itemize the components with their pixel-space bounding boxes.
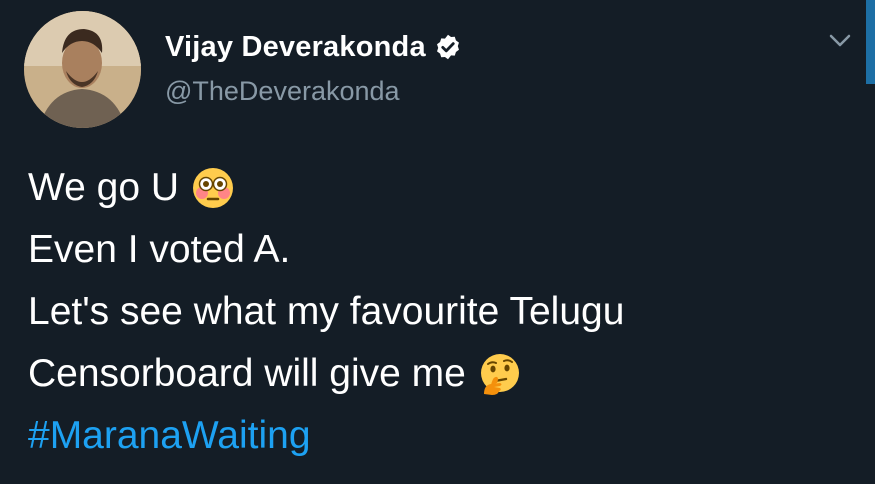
thinking-face-emoji-icon — [478, 352, 522, 396]
tweet-line-text: Even I voted A. — [28, 228, 291, 271]
display-name[interactable]: Vijay Deverakonda — [165, 31, 426, 64]
tweet-card: Vijay Deverakonda @TheDeverakonda We go … — [0, 0, 875, 484]
tweet-line: We go U — [28, 157, 624, 219]
tweet-line-text: Censorboard will give me — [28, 352, 466, 395]
flushed-face-emoji-icon — [191, 166, 235, 210]
tweet-line-text: We go U — [28, 166, 180, 209]
tweet-line: Let's see what my favourite Telugu — [28, 281, 624, 343]
scrollbar[interactable] — [866, 0, 875, 84]
avatar-image — [24, 11, 141, 128]
hashtag-link[interactable]: #MaranaWaiting — [28, 405, 311, 467]
tweet-text: We go U Even I voted A. Let's see what m… — [28, 157, 624, 467]
verified-badge-icon — [434, 33, 462, 61]
tweet-line: #MaranaWaiting — [28, 405, 624, 467]
user-handle[interactable]: @TheDeverakonda — [165, 76, 400, 107]
chevron-down-icon[interactable] — [826, 30, 854, 52]
tweet-line-text: Let's see what my favourite Telugu — [28, 290, 625, 333]
author-name-row: Vijay Deverakonda — [165, 30, 462, 64]
tweet-line: Even I voted A. — [28, 219, 624, 281]
tweet-line: Censorboard will give me — [28, 343, 624, 405]
avatar[interactable] — [24, 11, 141, 128]
